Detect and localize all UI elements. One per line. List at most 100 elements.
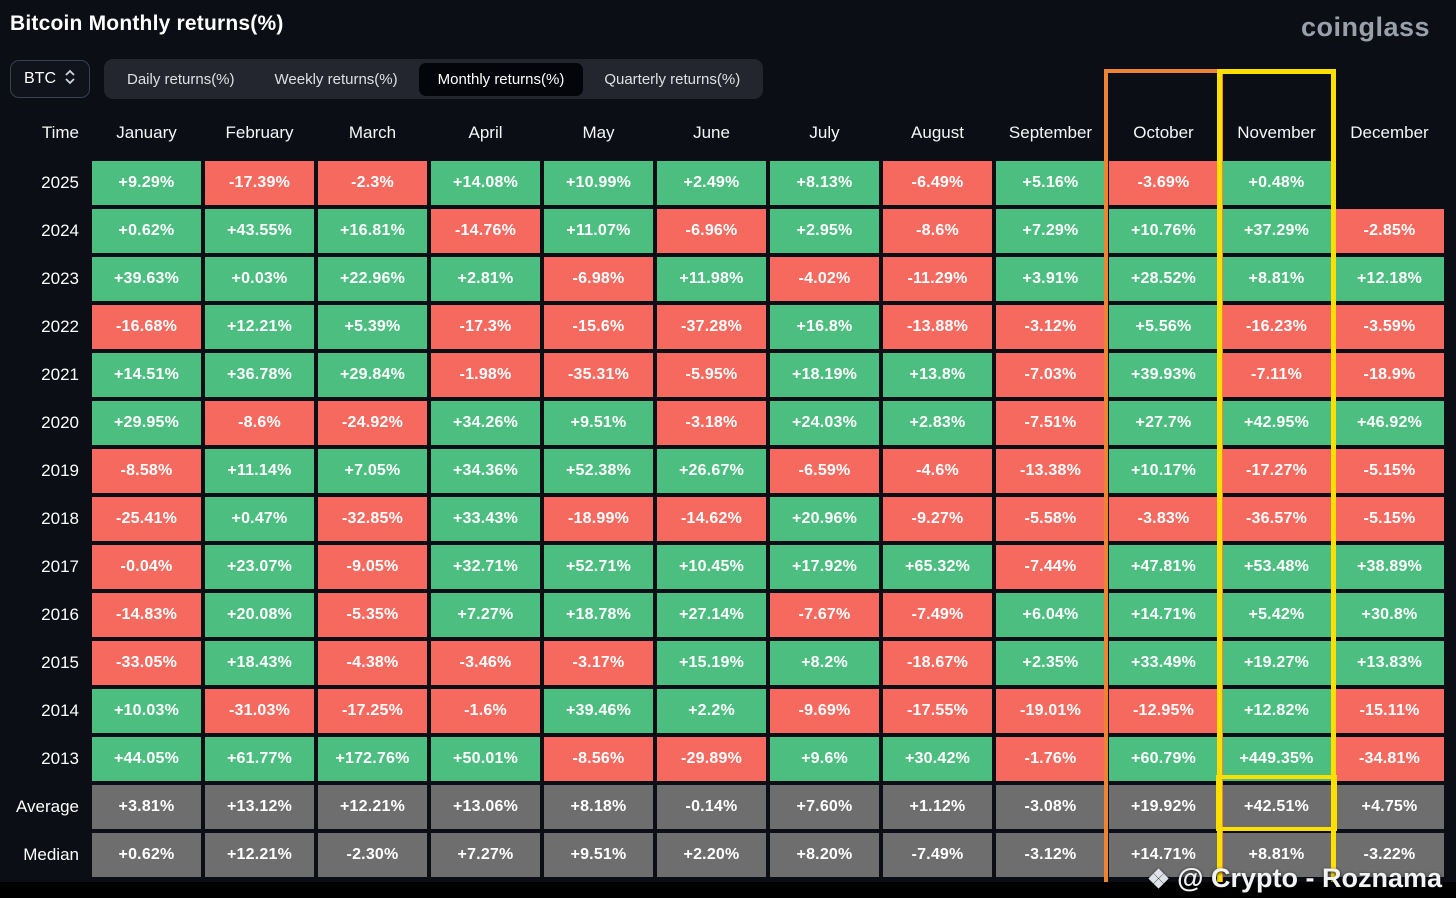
return-cell: -8.58% [92, 449, 201, 493]
tab-quarterly-returns[interactable]: Quarterly returns(%) [585, 63, 759, 96]
row-label: 2024 [41, 221, 79, 240]
return-cell: +11.14% [205, 449, 314, 493]
return-cell: -33.05% [92, 641, 201, 685]
return-cell: -17.55% [883, 689, 992, 733]
return-cell: -13.38% [996, 449, 1105, 493]
return-cell: +12.21% [205, 833, 314, 877]
return-cell: +52.38% [544, 449, 653, 493]
return-cell: -8.6% [883, 209, 992, 253]
return-cell: +11.98% [657, 257, 766, 301]
return-cell: -9.05% [318, 545, 427, 589]
returns-tab-group: Daily returns(%) Weekly returns(%) Month… [104, 59, 764, 99]
return-cell: -3.59% [1335, 305, 1444, 349]
return-cell: -2.3% [318, 161, 427, 205]
row-label: 2017 [41, 557, 79, 576]
return-cell: -0.14% [657, 785, 766, 829]
symbol-selector[interactable]: BTC [10, 60, 90, 98]
return-cell: +27.14% [657, 593, 766, 637]
return-cell: +8.20% [770, 833, 879, 877]
return-cell: -7.49% [883, 593, 992, 637]
return-cell: +60.79% [1109, 737, 1218, 781]
month-column-header: February [225, 123, 294, 142]
return-cell: +449.35% [1222, 737, 1331, 781]
row-label: Median [23, 845, 79, 864]
return-cell: -5.58% [996, 497, 1105, 541]
return-cell: +53.48% [1222, 545, 1331, 589]
return-cell: +3.81% [92, 785, 201, 829]
time-column-header: Time [41, 123, 79, 142]
return-cell: -13.88% [883, 305, 992, 349]
return-cell: -5.35% [318, 593, 427, 637]
return-cell: +34.36% [431, 449, 540, 493]
return-cell: +0.47% [205, 497, 314, 541]
watermark-text: @ Crypto - Roznama [1177, 863, 1442, 893]
return-cell: +61.77% [205, 737, 314, 781]
return-cell: -29.89% [657, 737, 766, 781]
return-cell: +10.76% [1109, 209, 1218, 253]
return-cell: +33.43% [431, 497, 540, 541]
return-cell: +5.16% [996, 161, 1105, 205]
return-cell: +43.55% [205, 209, 314, 253]
return-cell: +10.03% [92, 689, 201, 733]
row-label: 2020 [41, 413, 79, 432]
return-cell: -5.15% [1335, 449, 1444, 493]
tab-daily-returns[interactable]: Daily returns(%) [108, 63, 254, 96]
return-cell: +0.62% [92, 833, 201, 877]
return-cell: +0.03% [205, 257, 314, 301]
month-column-header: August [911, 123, 964, 142]
return-cell: -7.49% [883, 833, 992, 877]
return-cell: +2.95% [770, 209, 879, 253]
return-cell: +8.81% [1222, 257, 1331, 301]
return-cell: -5.95% [657, 353, 766, 397]
return-cell: -37.28% [657, 305, 766, 349]
return-cell: -2.85% [1335, 209, 1444, 253]
return-cell: -8.56% [544, 737, 653, 781]
return-cell: +42.95% [1222, 401, 1331, 445]
return-cell: -16.23% [1222, 305, 1331, 349]
return-cell: -17.39% [205, 161, 314, 205]
month-column-header: December [1350, 123, 1429, 142]
return-cell: +7.29% [996, 209, 1105, 253]
return-cell: +5.39% [318, 305, 427, 349]
return-cell: +14.08% [431, 161, 540, 205]
return-cell: +13.83% [1335, 641, 1444, 685]
return-cell: +13.12% [205, 785, 314, 829]
return-cell: +7.27% [431, 593, 540, 637]
return-cell: +16.81% [318, 209, 427, 253]
return-cell: -17.25% [318, 689, 427, 733]
return-cell: -16.68% [92, 305, 201, 349]
return-cell: -0.04% [92, 545, 201, 589]
return-cell: +8.13% [770, 161, 879, 205]
return-cell: -12.95% [1109, 689, 1218, 733]
row-label: 2022 [41, 317, 79, 336]
return-cell: -35.31% [544, 353, 653, 397]
return-cell: +29.95% [92, 401, 201, 445]
return-cell: +15.19% [657, 641, 766, 685]
return-cell: -3.17% [544, 641, 653, 685]
return-cell: -31.03% [205, 689, 314, 733]
tab-weekly-returns[interactable]: Weekly returns(%) [256, 63, 417, 96]
return-cell: +65.32% [883, 545, 992, 589]
return-cell: -9.27% [883, 497, 992, 541]
tab-monthly-returns[interactable]: Monthly returns(%) [418, 62, 584, 96]
row-label: 2015 [41, 653, 79, 672]
return-cell: -15.6% [544, 305, 653, 349]
row-label: 2016 [41, 605, 79, 624]
return-cell: +39.63% [92, 257, 201, 301]
return-cell: -3.46% [431, 641, 540, 685]
return-cell: -34.81% [1335, 737, 1444, 781]
return-cell: +14.71% [1109, 593, 1218, 637]
return-cell: -18.9% [1335, 353, 1444, 397]
return-cell: -17.3% [431, 305, 540, 349]
month-column-header: September [1008, 123, 1093, 142]
return-cell: +27.7% [1109, 401, 1218, 445]
month-column-header: November [1237, 123, 1316, 142]
return-cell: +5.56% [1109, 305, 1218, 349]
return-cell: +14.51% [92, 353, 201, 397]
return-cell: +37.29% [1222, 209, 1331, 253]
return-cell: -18.67% [883, 641, 992, 685]
return-cell: +23.07% [205, 545, 314, 589]
return-cell: +26.67% [657, 449, 766, 493]
return-cell: +12.18% [1335, 257, 1444, 301]
return-cell: +36.78% [205, 353, 314, 397]
